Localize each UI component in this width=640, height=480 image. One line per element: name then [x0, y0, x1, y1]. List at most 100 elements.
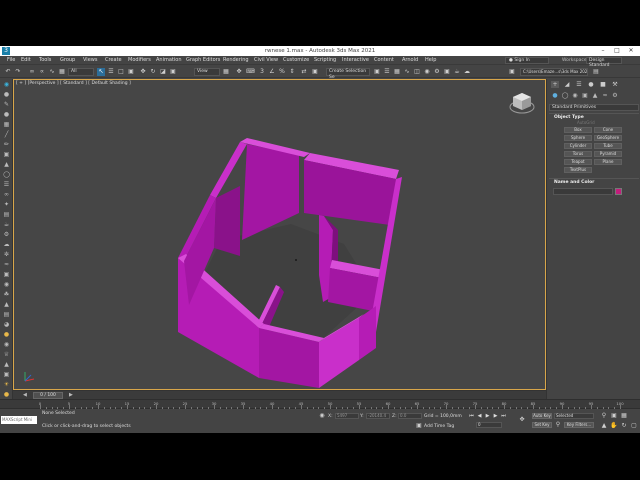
helpers-icon[interactable]: ▲ [591, 92, 599, 100]
selection-set-dropdown[interactable]: Create Selection Se [326, 68, 370, 80]
project-folder-icon[interactable]: ▣ [508, 68, 516, 76]
lock-icon[interactable]: ◉ [3, 281, 10, 288]
set-key-button[interactable]: Set Key [532, 422, 552, 428]
menu-interactive[interactable]: Interactive [342, 57, 369, 64]
place-icon[interactable]: ▣ [169, 68, 177, 76]
unlink-icon[interactable]: ∝ [38, 68, 46, 76]
minimize-button[interactable]: – [596, 46, 610, 56]
select-manipulate-icon[interactable]: ✥ [235, 68, 243, 76]
project-path-field[interactable]: C:\Users\Emaze...s\3ds Max 2021 [520, 68, 588, 76]
scene-explorer-icon[interactable]: ▦ [393, 68, 401, 76]
zoom-all-icon[interactable]: ▣ [610, 412, 618, 420]
next-frame-icon[interactable]: ▶ [492, 413, 499, 420]
geometry-icon[interactable]: ● [551, 92, 559, 100]
scale-icon[interactable]: ◪ [159, 68, 167, 76]
current-frame-field[interactable]: 0 [476, 422, 502, 428]
cone-icon[interactable]: ▲ [3, 301, 10, 308]
box-icon[interactable]: ▣ [3, 271, 10, 278]
menu-arnold[interactable]: Arnold [402, 57, 418, 64]
select-object-icon[interactable]: ↖ [97, 68, 105, 76]
y-coord-field[interactable]: -20140.4 [366, 413, 390, 419]
sign-in-dropdown[interactable]: ● Sign In [505, 57, 549, 64]
sphere-button[interactable]: Sphere [564, 135, 592, 141]
hierarchy-tab-icon[interactable]: ☰ [575, 81, 583, 88]
z-coord-field[interactable]: 0.0 [398, 413, 422, 419]
key-filters-button[interactable]: Key Filters... [564, 422, 594, 428]
go-to-start-icon[interactable]: ⏮ [468, 413, 475, 420]
modify-tab-icon[interactable]: ◢ [563, 81, 571, 88]
render-setup-icon[interactable]: ⚙ [433, 68, 441, 76]
go-to-end-icon[interactable]: ⏭ [500, 413, 507, 420]
menu-graph-editors[interactable]: Graph Editors [186, 57, 220, 64]
brush-icon[interactable]: ✏ [3, 141, 10, 148]
cylinder-icon[interactable]: ▣ [3, 371, 10, 378]
selection-filter-icon[interactable]: ▦ [58, 68, 66, 76]
timeline-ruler[interactable]: 0 5 10 15 20 25 30 35 40 45 50 55 60 65 70 75 80 85 90 95 10… [0, 399, 640, 409]
motion-tab-icon[interactable]: ● [587, 81, 595, 88]
wave-icon[interactable]: ≈ [3, 261, 10, 268]
selection-filter-dropdown[interactable]: All [68, 68, 94, 76]
undo-icon[interactable]: ↶ [4, 68, 12, 76]
curve-editor-icon[interactable]: ∿ [403, 68, 411, 76]
pyramid-icon[interactable]: ▲ [3, 361, 10, 368]
lock-selection-icon[interactable]: ◉ [318, 412, 326, 420]
space-warps-icon[interactable]: ≈ [601, 92, 609, 100]
geosphere-button[interactable]: GeoSphere [594, 135, 622, 141]
spiral-icon[interactable]: ✼ [3, 251, 10, 258]
shapes-icon[interactable]: ◯ [561, 92, 569, 100]
cone-button[interactable]: Cone [594, 127, 622, 133]
menu-views[interactable]: Views [83, 57, 97, 64]
stack-icon[interactable]: ▤ [3, 211, 10, 218]
torus-button[interactable]: Torus [564, 151, 592, 157]
dome-icon[interactable]: ◕ [3, 321, 10, 328]
menu-edit[interactable]: Edit [21, 57, 31, 64]
edit-named-sets-icon[interactable]: ⇄ [300, 68, 308, 76]
grid-icon[interactable]: ▦ [3, 121, 10, 128]
redo-icon[interactable]: ↷ [14, 68, 22, 76]
menu-create[interactable]: Create [105, 57, 122, 64]
menu-modifiers[interactable]: Modifiers [128, 57, 151, 64]
link-icon[interactable]: ∞ [28, 68, 36, 76]
viewcube[interactable] [509, 90, 535, 116]
spinner-snap-icon[interactable]: ⇕ [288, 68, 296, 76]
teapot-icon[interactable]: ☕ [3, 221, 10, 228]
key-icon[interactable]: ⚲ [554, 421, 562, 429]
prev-frame-arrow-icon[interactable]: ◀ [23, 392, 27, 398]
rendered-frame-icon[interactable]: ▣ [443, 68, 451, 76]
add-time-tag[interactable]: Add Time Tag [424, 424, 454, 429]
menu-help[interactable]: Help [425, 57, 436, 64]
menu-animation[interactable]: Animation [156, 57, 182, 64]
keyboard-shortcut-icon[interactable]: ⌨ [246, 68, 255, 76]
name-color-rollout[interactable]: Name and Color [549, 178, 639, 186]
zoom-extents-icon[interactable]: ▦ [620, 412, 628, 420]
plant-icon[interactable]: ☘ [3, 291, 10, 298]
menu-file[interactable]: File [7, 57, 15, 64]
close-button[interactable]: ✕ [624, 46, 638, 56]
autogrid-checkbox[interactable]: AutoGrid [577, 120, 595, 125]
rotate-icon[interactable]: ↻ [149, 68, 157, 76]
knife-icon[interactable]: ╱ [3, 131, 10, 138]
time-slider-thumb[interactable]: 0 / 100 [33, 392, 63, 399]
menu-content[interactable]: Content [374, 57, 394, 64]
shape-icon[interactable]: ▲ [3, 161, 10, 168]
angle-snap-icon[interactable]: ∠ [268, 68, 276, 76]
light-icon[interactable]: ● [3, 331, 10, 338]
schematic-view-icon[interactable]: ◫ [413, 68, 421, 76]
object-name-field[interactable] [553, 188, 613, 195]
maximize-viewport-icon[interactable]: ▢ [630, 422, 638, 430]
play-icon[interactable]: ▶ [484, 413, 491, 420]
gear-icon[interactable]: ⚙ [3, 231, 10, 238]
align-icon[interactable]: ▣ [373, 68, 381, 76]
snaps-toggle-icon[interactable]: 3 [258, 68, 266, 76]
layers-icon[interactable]: ☰ [383, 68, 391, 76]
pivot-center-icon[interactable]: ▦ [222, 68, 230, 76]
camera-icon[interactable]: ◉ [3, 341, 10, 348]
teapot-button[interactable]: Teapot [564, 159, 592, 165]
drop-icon[interactable]: ● [3, 111, 10, 118]
create-icon[interactable]: ◉ [3, 81, 10, 88]
tube-button[interactable]: Tube [594, 143, 622, 149]
prev-frame-icon[interactable]: ◀ [476, 413, 483, 420]
display-tab-icon[interactable]: ■ [599, 81, 607, 88]
sun-icon[interactable]: ☀ [3, 381, 10, 388]
lights-icon[interactable]: ◉ [571, 92, 579, 100]
